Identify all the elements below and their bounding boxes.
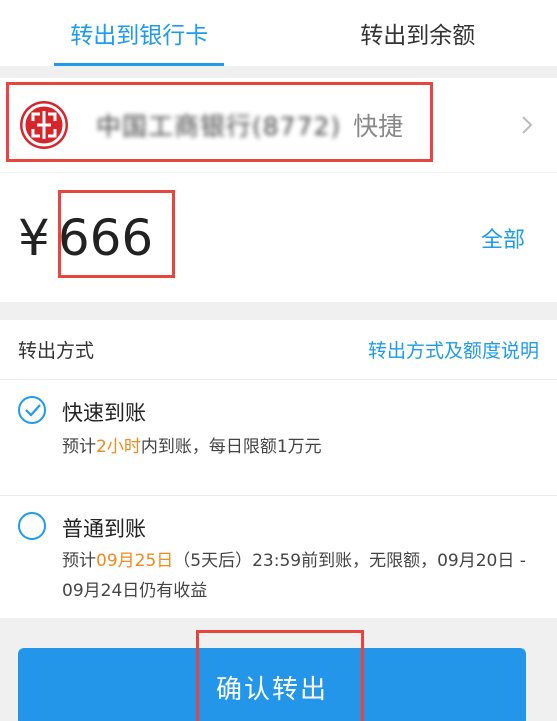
normal-arrival-desc: 预计09月25日（5天后）23:59前到账，无限额，09月20日 - 09月24…: [62, 546, 532, 606]
tab-bank-card[interactable]: 转出到银行卡: [0, 0, 279, 66]
radio-checked-icon[interactable]: [18, 396, 46, 424]
currency-symbol: ¥: [18, 208, 50, 267]
desc-highlight: 2小时: [96, 437, 141, 457]
transfer-method-header: 转出方式 转出方式及额度说明: [0, 320, 557, 380]
radio-unchecked-icon[interactable]: [18, 512, 46, 540]
confirm-transfer-button[interactable]: 确认转出: [18, 648, 526, 721]
option-normal-arrival[interactable]: 普通到账 预计09月25日（5天后）23:59前到账，无限额，09月20日 - …: [0, 496, 557, 618]
all-amount-link[interactable]: 全部: [481, 222, 525, 254]
transfer-method-label: 转出方式: [18, 340, 95, 362]
amount-row: ¥ 全部: [0, 172, 557, 302]
chevron-right-icon: [522, 116, 533, 134]
bank-tag: 快捷: [353, 112, 404, 141]
icbc-logo-icon: [20, 101, 68, 149]
desc-suffix: 内到账，每日限额1万元: [140, 437, 322, 457]
normal-arrival-title: 普通到账: [62, 517, 146, 541]
desc-highlight: 09月25日: [96, 551, 174, 571]
tab-balance[interactable]: 转出到余额: [279, 0, 557, 66]
method-info-link[interactable]: 转出方式及额度说明: [368, 336, 539, 363]
bank-name-obscured: 中国工商银行(8772): [96, 112, 342, 141]
fast-arrival-title: 快速到账: [62, 401, 146, 425]
desc-prefix: 预计: [62, 551, 96, 571]
tab-bar: 转出到银行卡 转出到余额: [0, 0, 557, 66]
option-fast-arrival[interactable]: 快速到账 预计2小时内到账，每日限额1万元: [0, 380, 557, 496]
fast-arrival-desc: 预计2小时内到账，每日限额1万元: [62, 432, 532, 462]
desc-prefix: 预计: [62, 437, 96, 457]
amount-input[interactable]: [57, 208, 218, 267]
bank-card-selector[interactable]: 中国工商银行(8772) 快捷: [0, 78, 557, 172]
bank-name: 中国工商银行(8772) 快捷: [96, 107, 403, 143]
